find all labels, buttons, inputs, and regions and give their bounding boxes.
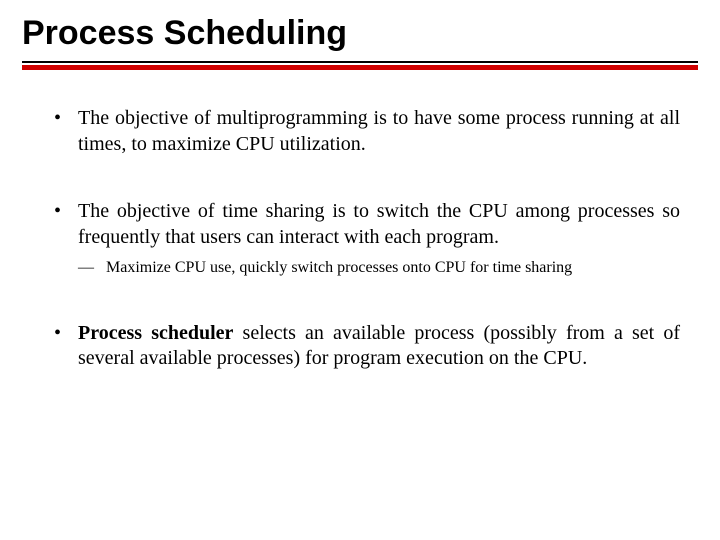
bullet-item: The objective of time sharing is to swit… <box>50 199 680 279</box>
bullet-list: The objective of multiprogramming is to … <box>50 106 680 372</box>
slide-title: Process Scheduling <box>22 14 698 53</box>
bullet-text-bold: Process scheduler <box>78 322 233 344</box>
bullet-text: The objective of multiprogramming is to … <box>78 107 680 155</box>
slide-body: The objective of multiprogramming is to … <box>22 70 698 372</box>
bullet-text: The objective of time sharing is to swit… <box>78 200 680 248</box>
bullet-item: Process scheduler selects an available p… <box>50 321 680 372</box>
sub-bullet-list: Maximize CPU use, quickly switch process… <box>78 258 680 278</box>
sub-bullet-text: Maximize CPU use, quickly switch process… <box>106 259 572 276</box>
sub-bullet-item: Maximize CPU use, quickly switch process… <box>78 258 680 278</box>
divider-thin <box>22 61 698 63</box>
bullet-item: The objective of multiprogramming is to … <box>50 106 680 157</box>
